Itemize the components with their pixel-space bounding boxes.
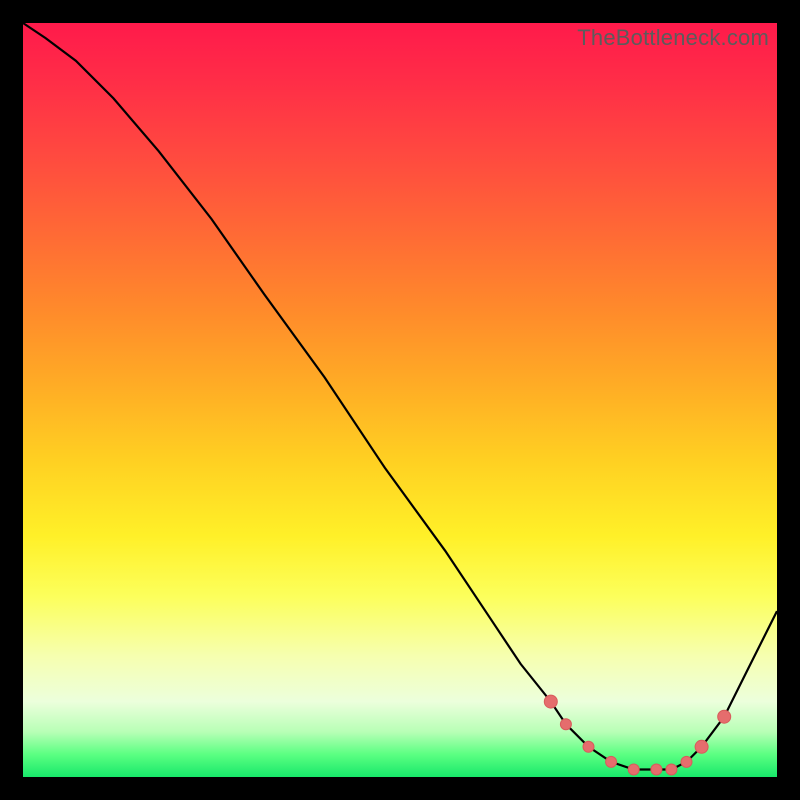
curve-marker bbox=[583, 741, 594, 752]
curve-marker bbox=[681, 756, 692, 767]
curve-marker bbox=[666, 764, 677, 775]
curve-marker bbox=[606, 756, 617, 767]
curve-marker bbox=[544, 695, 557, 708]
curve-marker bbox=[695, 740, 708, 753]
curve-marker bbox=[628, 764, 639, 775]
curve-marker bbox=[651, 764, 662, 775]
curve-marker bbox=[560, 719, 571, 730]
curve-marker bbox=[718, 710, 731, 723]
marker-group bbox=[544, 695, 730, 775]
bottleneck-curve bbox=[23, 23, 777, 770]
chart-frame: TheBottleneck.com bbox=[0, 0, 800, 800]
plot-area: TheBottleneck.com bbox=[23, 23, 777, 777]
curve-layer bbox=[23, 23, 777, 777]
